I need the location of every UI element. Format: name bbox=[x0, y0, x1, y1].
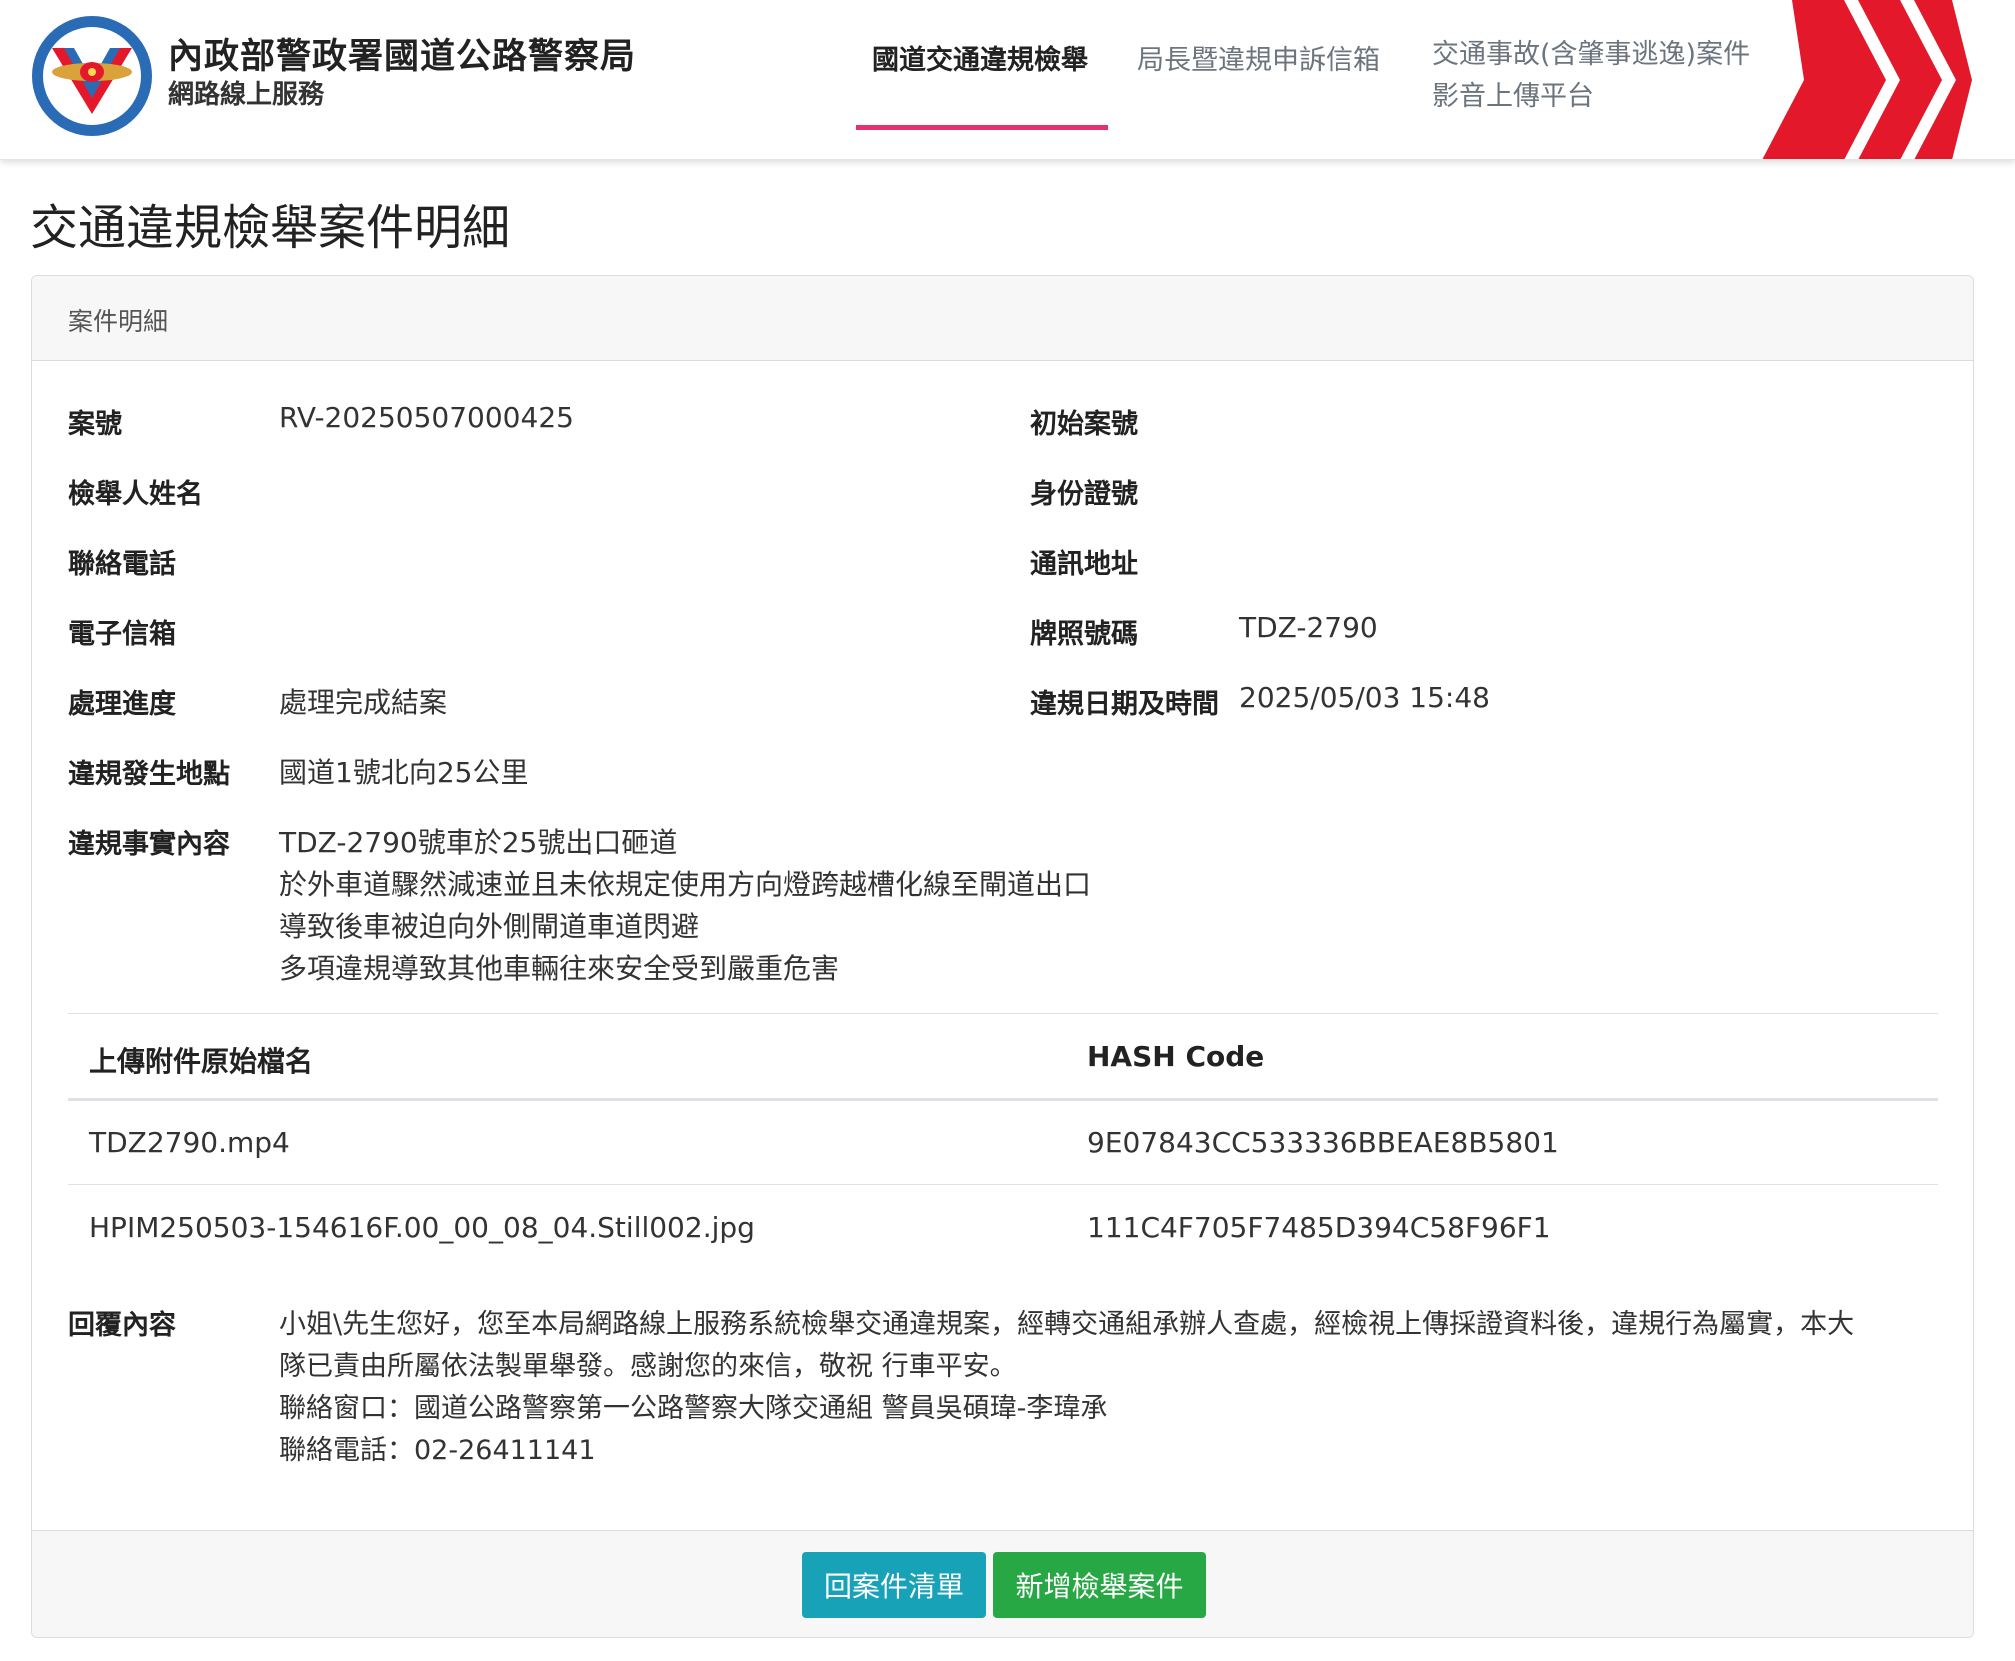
police-badge-logo[interactable] bbox=[30, 14, 154, 138]
attachment-filename-header: 上傳附件原始檔名 bbox=[89, 1045, 314, 1078]
nav-accident-upload[interactable]: 交通事故(含肇事逃逸)案件 影音上傳平台 bbox=[1432, 34, 1750, 118]
attachment-hash-header: HASH Code bbox=[1087, 1040, 1265, 1073]
case-detail-card: 案件明細 案號 RV-20250507000425 初始案號 檢舉人姓名 身份證… bbox=[31, 275, 1974, 1638]
card-header-title: 案件明細 bbox=[68, 307, 169, 336]
facts-line: 於外車道驟然減速並且未依規定使用方向燈跨越槽化線至閘道出口 bbox=[279, 868, 1092, 901]
attachment-filename-cell[interactable]: HPIM250503-154616F.00_00_08_04.Still002.… bbox=[89, 1211, 755, 1244]
card-header: 案件明細 bbox=[32, 276, 1973, 361]
phone-label: 聯絡電話 bbox=[68, 549, 176, 580]
facts-line: 多項違規導致其他車輛往來安全受到嚴重危害 bbox=[279, 952, 840, 985]
reply-line: 聯絡電話：02-26411141 bbox=[279, 1435, 596, 1466]
page-title: 交通違規檢舉案件明細 bbox=[30, 200, 511, 256]
initial-case-no-label: 初始案號 bbox=[1030, 409, 1138, 440]
attachment-filename-cell[interactable]: TDZ2790.mp4 bbox=[89, 1126, 290, 1159]
violation-datetime-label: 違規日期及時間 bbox=[1030, 689, 1219, 720]
progress-value: 處理完成結案 bbox=[279, 686, 448, 719]
reply-label: 回覆內容 bbox=[68, 1310, 176, 1341]
reply-line: 聯絡窗口：國道公路警察第一公路警察大隊交通組 警員吳碩瑋-李瑋承 bbox=[279, 1393, 1108, 1424]
brand-title: 內政部警政署國道公路警察局 bbox=[168, 37, 637, 77]
id-no-label: 身份證號 bbox=[1030, 479, 1138, 510]
table-row-border bbox=[68, 1184, 1938, 1185]
brand-subtitle: 網路線上服務 bbox=[168, 80, 325, 110]
table-top-border bbox=[68, 1013, 1938, 1014]
facts-line: 導致後車被迫向外側閘道車道閃避 bbox=[279, 910, 700, 943]
location-value: 國道1號北向25公里 bbox=[279, 756, 529, 789]
facts-label: 違規事實內容 bbox=[68, 829, 230, 860]
site-header: 內政部警政署國道公路警察局 網路線上服務 國道交通違規檢舉 局長暨違規申訴信箱 … bbox=[0, 0, 2015, 160]
reporter-name-label: 檢舉人姓名 bbox=[68, 479, 203, 510]
active-nav-underline bbox=[856, 125, 1108, 130]
address-label: 通訊地址 bbox=[1030, 549, 1138, 580]
reply-line: 小姐\先生您好，您至本局網路線上服務系統檢舉交通違規案，經轉交通組承辦人查處，經… bbox=[279, 1309, 1855, 1340]
location-label: 違規發生地點 bbox=[68, 759, 230, 790]
nav-accident-upload-line1: 交通事故(含肇事逃逸)案件 bbox=[1432, 39, 1751, 70]
chevron-decoration-icon bbox=[1762, 0, 1972, 159]
nav-accident-upload-line2: 影音上傳平台 bbox=[1432, 81, 1594, 112]
attachment-hash-cell: 9E07843CC533336BBEAE8B5801 bbox=[1087, 1126, 1559, 1159]
nav-traffic-report[interactable]: 國道交通違規檢舉 bbox=[872, 38, 1088, 77]
reply-line: 隊已責由所屬依法製單舉發。感謝您的來信，敬祝 行車平安。 bbox=[279, 1351, 1017, 1382]
back-to-case-list-button[interactable]: 回案件清單 bbox=[802, 1552, 986, 1618]
new-report-button[interactable]: 新增檢舉案件 bbox=[993, 1552, 1206, 1618]
nav-director-mailbox[interactable]: 局長暨違規申訴信箱 bbox=[1137, 38, 1380, 77]
card-footer: 回案件清單 新增檢舉案件 bbox=[32, 1530, 1973, 1637]
case-no-label: 案號 bbox=[68, 409, 122, 440]
email-label: 電子信箱 bbox=[68, 619, 176, 650]
violation-datetime-value: 2025/05/03 15:48 bbox=[1239, 681, 1490, 714]
attachment-hash-cell: 111C4F705F7485D394C58F96F1 bbox=[1087, 1211, 1551, 1244]
facts-line: TDZ-2790號車於25號出口砸道 bbox=[279, 826, 678, 859]
table-head-border bbox=[68, 1098, 1938, 1101]
progress-label: 處理進度 bbox=[68, 689, 176, 720]
case-no-value: RV-20250507000425 bbox=[279, 401, 574, 434]
plate-value: TDZ-2790 bbox=[1239, 611, 1378, 644]
plate-label: 牌照號碼 bbox=[1030, 619, 1138, 650]
